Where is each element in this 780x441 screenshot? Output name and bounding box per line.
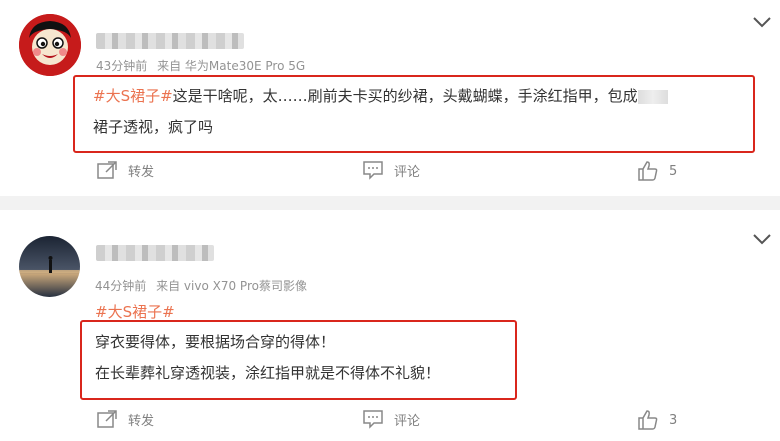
username-blurred[interactable]: [96, 33, 244, 49]
comment-icon: [363, 410, 383, 429]
repost-label: 转发: [128, 413, 155, 429]
post-text-line-2: 裙子透视，疯了吗: [93, 118, 214, 136]
post-text-line-1: 穿衣要得体，要根据场合穿的得体！: [95, 333, 336, 351]
repost-button[interactable]: 转发: [96, 160, 154, 180]
comment-label: 评论: [394, 164, 421, 180]
comment-label: 评论: [394, 413, 421, 429]
post-time: 43分钟前: [96, 59, 148, 73]
blurred-text: [637, 89, 668, 104]
post-meta: 43分钟前 来自 华为Mate30E Pro 5G: [96, 57, 305, 74]
chevron-down-icon[interactable]: [751, 14, 773, 28]
thumbs-up-icon: [638, 161, 658, 181]
like-button[interactable]: 5: [637, 160, 677, 182]
like-button[interactable]: 3: [637, 409, 677, 431]
post-meta: 44分钟前 来自 vivo X70 Pro蔡司影像: [95, 277, 307, 294]
avatar[interactable]: [19, 14, 81, 76]
username-blurred[interactable]: [96, 245, 214, 261]
comment-button[interactable]: 评论: [362, 409, 420, 429]
post-source: 来自 vivo X70 Pro蔡司影像: [156, 279, 307, 293]
share-icon: [97, 410, 117, 428]
weibo-post-1: 43分钟前 来自 华为Mate30E Pro 5G #大S裙子#这是干啥呢，太……: [0, 0, 780, 196]
thumbs-up-icon: [638, 410, 658, 430]
repost-label: 转发: [128, 164, 155, 180]
hashtag-link[interactable]: #大S裙子#: [95, 301, 175, 322]
chevron-down-icon[interactable]: [751, 231, 773, 245]
avatar-landscape-icon: [19, 236, 80, 297]
post-source: 来自 华为Mate30E Pro 5G: [157, 59, 306, 73]
avatar[interactable]: [19, 236, 80, 297]
comment-button[interactable]: 评论: [362, 160, 420, 180]
post-text-line-1: #大S裙子#这是干啥呢，太……刷前夫卡买的纱裙，头戴蝴蝶，手涂红指甲，包成: [93, 85, 668, 106]
hashtag-link[interactable]: #大S裙子#: [93, 87, 173, 105]
post-divider: [0, 196, 780, 210]
weibo-post-2: 44分钟前 来自 vivo X70 Pro蔡司影像 #大S裙子# 穿衣要得体，要…: [0, 210, 780, 441]
like-count: 5: [669, 163, 678, 179]
repost-button[interactable]: 转发: [96, 409, 154, 429]
post-time: 44分钟前: [95, 279, 147, 293]
comment-icon: [363, 161, 383, 180]
avatar-cartoon-icon: [19, 14, 81, 76]
post-text-line-2: 在长辈葬礼穿透视装，涂红指甲就是不得体不礼貌！: [95, 364, 441, 382]
like-count: 3: [669, 412, 678, 428]
share-icon: [97, 161, 117, 179]
